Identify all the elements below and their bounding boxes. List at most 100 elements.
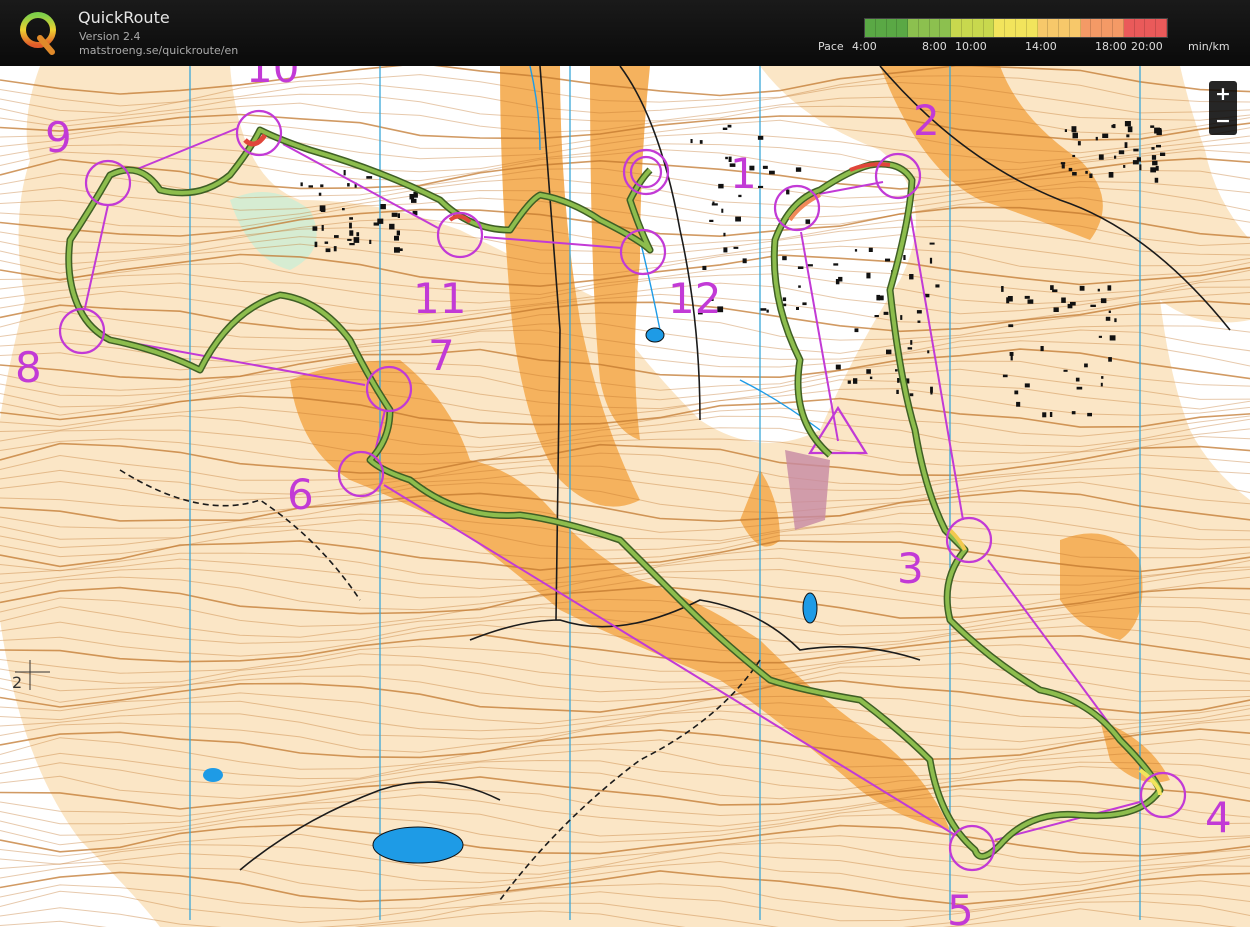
control-number-4: 4 bbox=[1205, 793, 1232, 842]
building bbox=[1090, 304, 1096, 307]
building bbox=[391, 212, 398, 217]
building bbox=[1024, 383, 1030, 388]
building bbox=[1154, 177, 1159, 183]
building bbox=[1126, 134, 1130, 138]
building bbox=[1027, 299, 1034, 304]
building bbox=[733, 246, 739, 249]
building bbox=[935, 284, 940, 288]
building bbox=[1160, 152, 1166, 156]
control-number-5: 5 bbox=[947, 886, 974, 927]
building bbox=[343, 170, 346, 176]
control-number-12: 12 bbox=[668, 274, 721, 323]
building bbox=[1108, 172, 1114, 178]
building bbox=[1024, 295, 1030, 299]
orienteering-map[interactable]: 1 2 3 4 5 6 7 8 9 10 11 12 2 bbox=[0, 66, 1250, 927]
building bbox=[1071, 411, 1076, 415]
control-number-8: 8 bbox=[15, 343, 42, 392]
building bbox=[727, 124, 732, 128]
building bbox=[723, 232, 726, 237]
building bbox=[929, 242, 935, 245]
building bbox=[1063, 369, 1068, 372]
lake bbox=[372, 826, 464, 864]
building bbox=[1150, 167, 1156, 173]
building bbox=[397, 213, 400, 218]
building bbox=[917, 320, 921, 323]
building bbox=[897, 378, 900, 383]
app-version: Version 2.4 bbox=[79, 30, 141, 43]
building bbox=[356, 232, 360, 237]
building bbox=[353, 237, 360, 243]
building bbox=[838, 276, 843, 282]
control-number-7: 7 bbox=[428, 331, 455, 380]
building bbox=[1087, 412, 1092, 417]
building bbox=[895, 369, 898, 372]
pace-tick-20: 20:00 bbox=[1131, 40, 1163, 53]
building bbox=[369, 239, 372, 244]
building bbox=[1105, 316, 1111, 321]
building bbox=[334, 235, 339, 238]
building bbox=[1100, 298, 1107, 304]
pace-scale-cell bbox=[1048, 19, 1060, 37]
building bbox=[798, 285, 801, 288]
building bbox=[300, 182, 303, 187]
map-canvas[interactable]: 1 2 3 4 5 6 7 8 9 10 11 12 2 bbox=[0, 66, 1250, 927]
building bbox=[1060, 162, 1066, 165]
building bbox=[1156, 129, 1162, 136]
zoom-out-button[interactable]: − bbox=[1209, 108, 1237, 135]
svg-text:2: 2 bbox=[12, 673, 22, 692]
building bbox=[325, 248, 331, 253]
pace-scale-cell bbox=[983, 19, 995, 37]
building bbox=[1150, 125, 1155, 128]
building bbox=[333, 246, 337, 252]
building bbox=[718, 183, 724, 189]
building bbox=[1042, 412, 1047, 418]
control-number-11: 11 bbox=[413, 274, 466, 323]
building bbox=[723, 247, 728, 253]
building bbox=[699, 140, 703, 144]
building bbox=[1050, 285, 1054, 290]
pace-tick-8: 8:00 bbox=[922, 40, 947, 53]
building bbox=[1049, 412, 1053, 417]
building bbox=[854, 328, 859, 333]
building bbox=[886, 349, 892, 355]
control-number-6: 6 bbox=[287, 470, 314, 519]
building bbox=[709, 219, 714, 222]
building bbox=[1133, 148, 1139, 152]
pace-scale-cell bbox=[1080, 19, 1092, 37]
building bbox=[760, 308, 767, 311]
building bbox=[1151, 147, 1155, 150]
building bbox=[389, 223, 395, 230]
building bbox=[1156, 144, 1161, 148]
pace-unit: min/km bbox=[1188, 40, 1230, 53]
building bbox=[409, 194, 415, 200]
pace-scale-cell bbox=[1015, 19, 1027, 37]
building bbox=[853, 378, 858, 384]
building bbox=[1109, 335, 1116, 341]
app-url-link[interactable]: matstroeng.se/quickroute/en bbox=[79, 44, 238, 57]
pace-scale-cell bbox=[1112, 19, 1124, 37]
app-title: QuickRoute bbox=[78, 8, 170, 27]
building bbox=[1085, 170, 1088, 174]
pace-color-scale bbox=[864, 18, 1168, 38]
pace-label: Pace bbox=[818, 40, 844, 53]
building bbox=[319, 205, 326, 212]
pace-scale-cell bbox=[1069, 19, 1081, 37]
pace-tick-18: 18:00 bbox=[1095, 40, 1127, 53]
building bbox=[396, 230, 400, 236]
building bbox=[909, 274, 914, 280]
building bbox=[1071, 126, 1077, 133]
pace-scale-cell bbox=[908, 19, 919, 37]
building bbox=[758, 185, 764, 188]
zoom-in-button[interactable]: + bbox=[1209, 81, 1237, 108]
pace-scale-cell bbox=[1123, 19, 1135, 37]
building bbox=[1079, 285, 1085, 291]
building bbox=[1124, 121, 1131, 127]
building bbox=[1123, 165, 1126, 168]
building bbox=[766, 309, 769, 313]
building bbox=[866, 272, 871, 279]
building bbox=[927, 350, 930, 354]
building bbox=[722, 127, 728, 130]
building bbox=[1114, 155, 1117, 159]
building bbox=[896, 389, 899, 394]
building bbox=[1072, 154, 1076, 158]
